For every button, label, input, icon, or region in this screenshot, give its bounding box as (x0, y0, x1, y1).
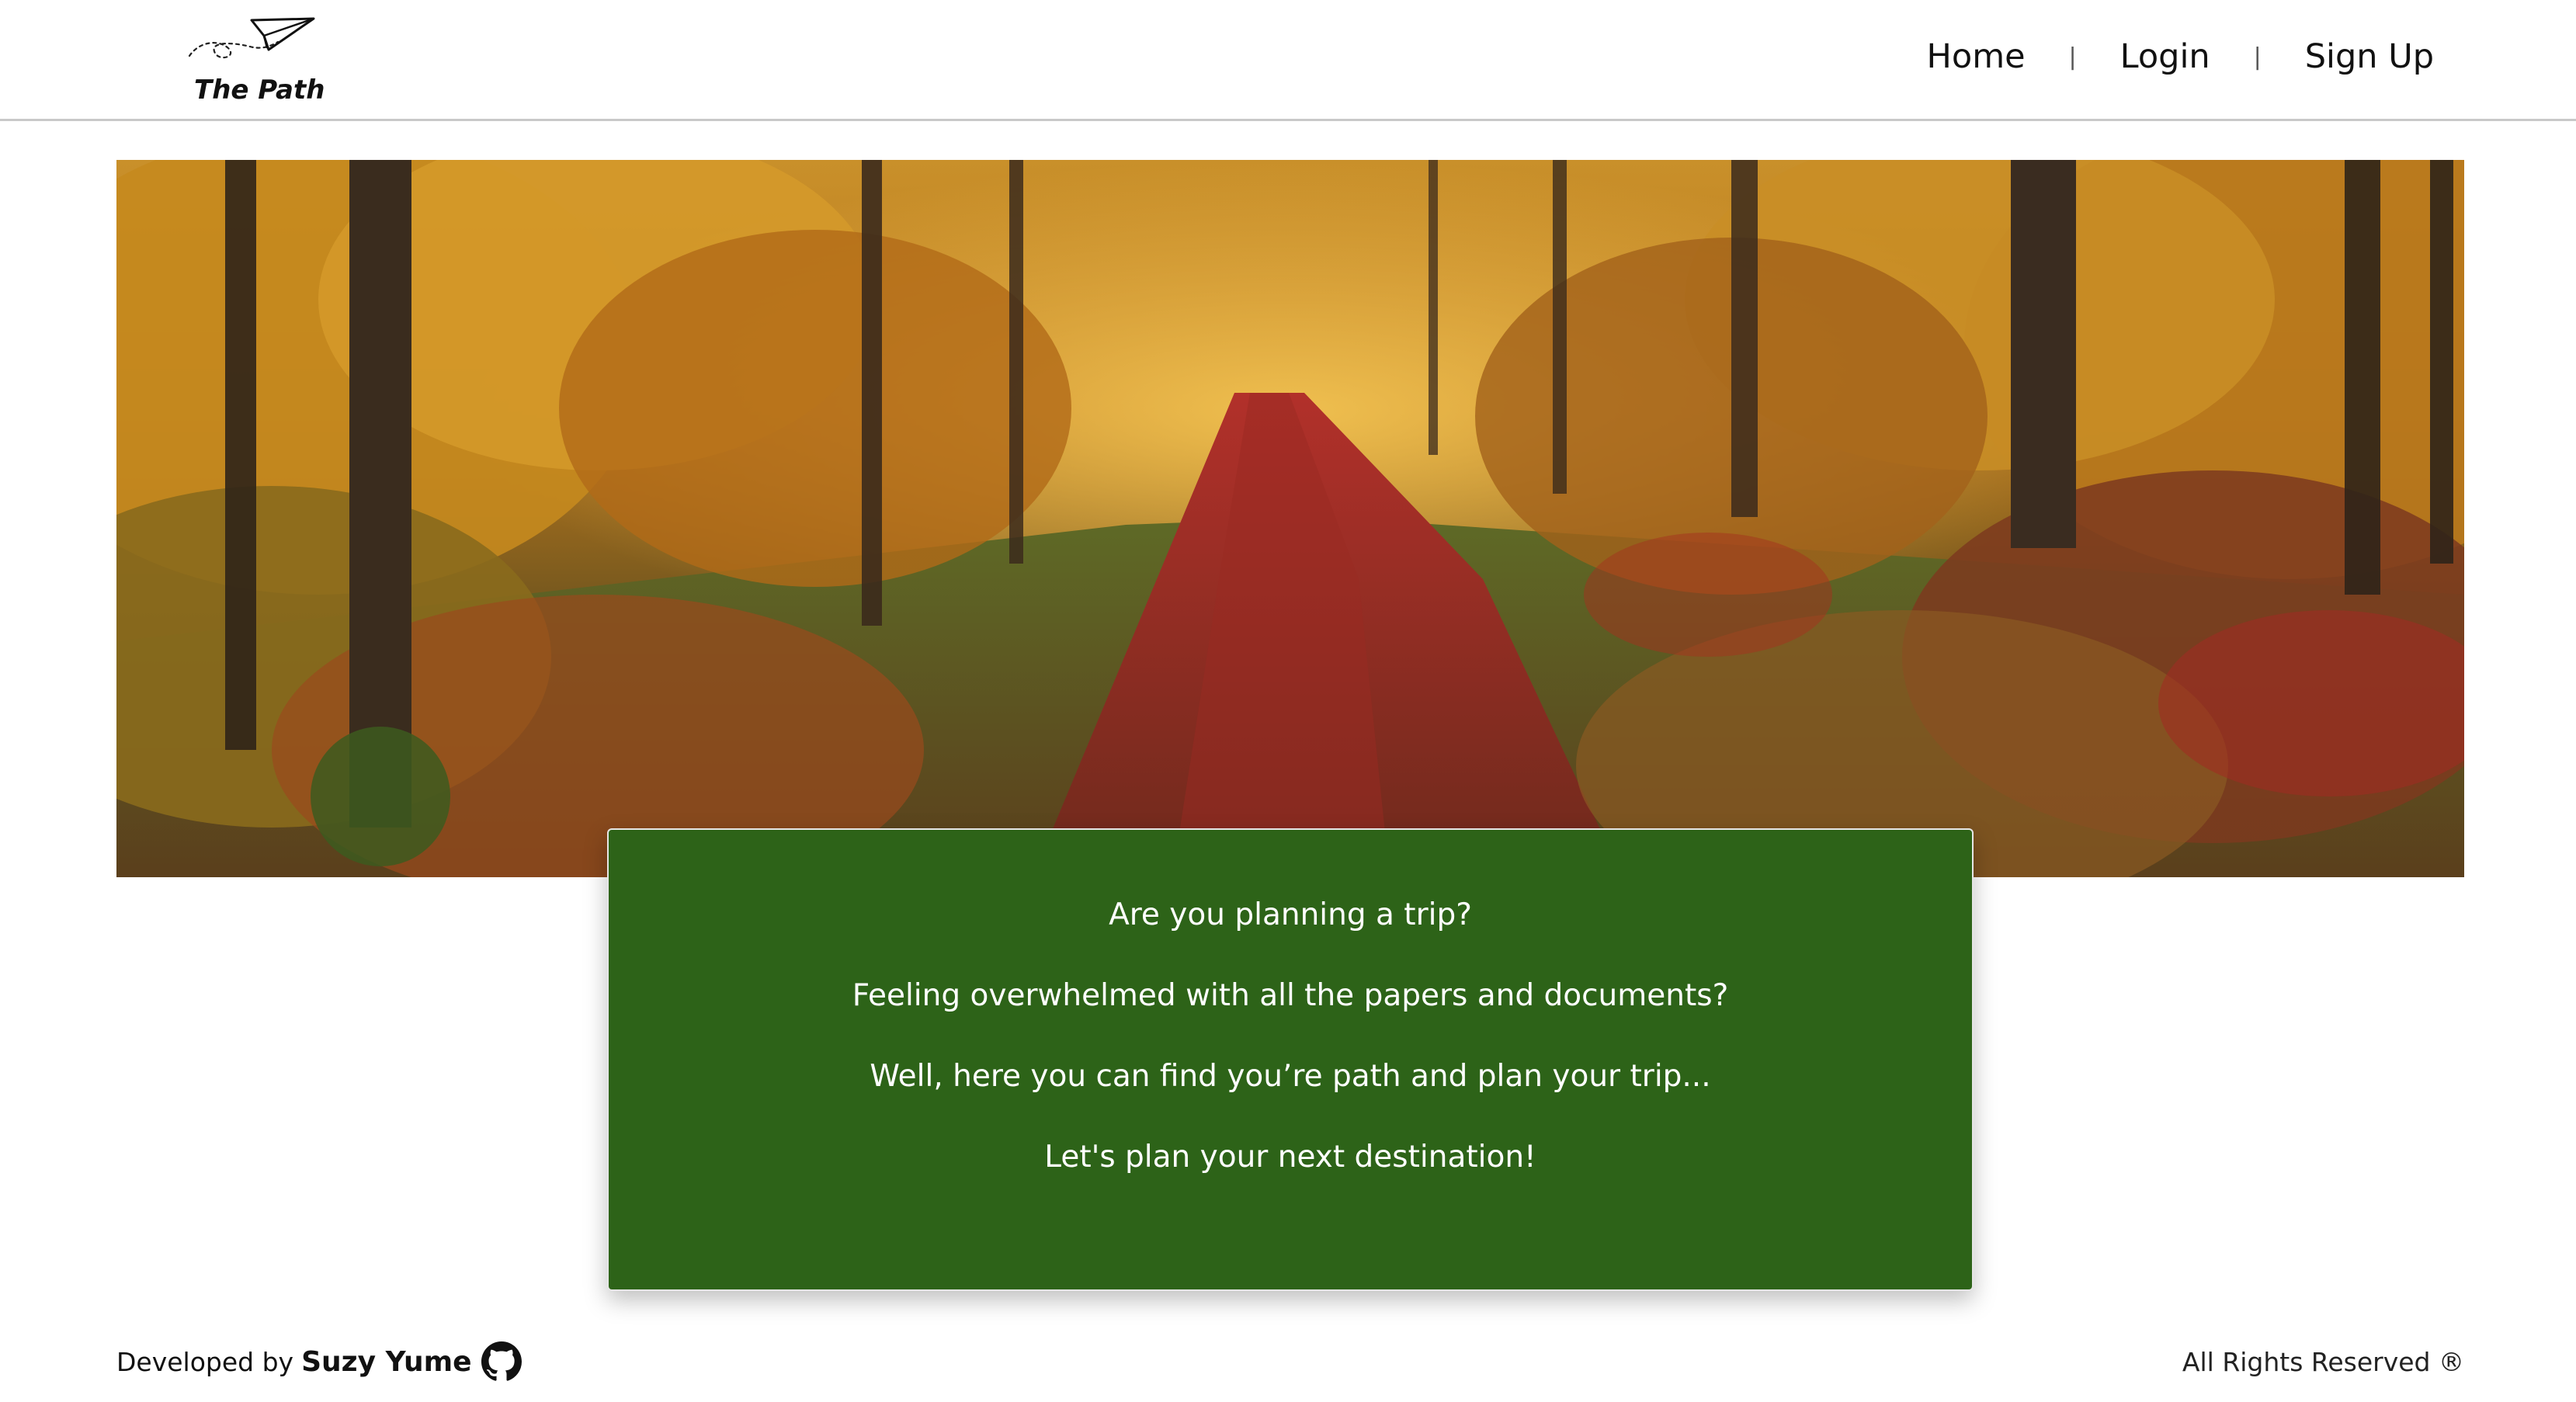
logo-text: The Path (194, 75, 325, 106)
github-icon[interactable] (481, 1341, 522, 1382)
intro-line: Let's plan your next destination! (1044, 1140, 1536, 1175)
intro-line: Well, here you can find you’re path and … (870, 1059, 1711, 1094)
hero-image (116, 160, 2464, 877)
intro-line: Feeling overwhelmed with all the papers … (852, 978, 1729, 1013)
nav-login-link[interactable]: Login (2120, 37, 2210, 76)
intro-card: Are you planning a trip? Feeling overwhe… (607, 828, 1974, 1291)
nav-separator: | (2068, 43, 2077, 71)
developed-by-text: Developed by (116, 1346, 294, 1377)
rights-text: All Rights Reserved ® (2182, 1346, 2464, 1377)
developer-name[interactable]: Suzy Yume (301, 1346, 472, 1378)
site-header: The Path Home | Login | Sign Up (0, 0, 2576, 121)
logo[interactable]: The Path (183, 11, 325, 106)
intro-line: Are you planning a trip? (1109, 897, 1472, 932)
footer-credit: Developed by Suzy Yume (116, 1337, 522, 1386)
nav-home-link[interactable]: Home (1927, 37, 2026, 76)
nav-separator: | (2253, 43, 2262, 71)
paper-plane-icon (188, 17, 315, 59)
footer-rights: All Rights Reserved ® (2182, 1337, 2464, 1386)
nav-signup-link[interactable]: Sign Up (2305, 37, 2434, 76)
main-nav: Home | Login | Sign Up (1927, 29, 2434, 84)
